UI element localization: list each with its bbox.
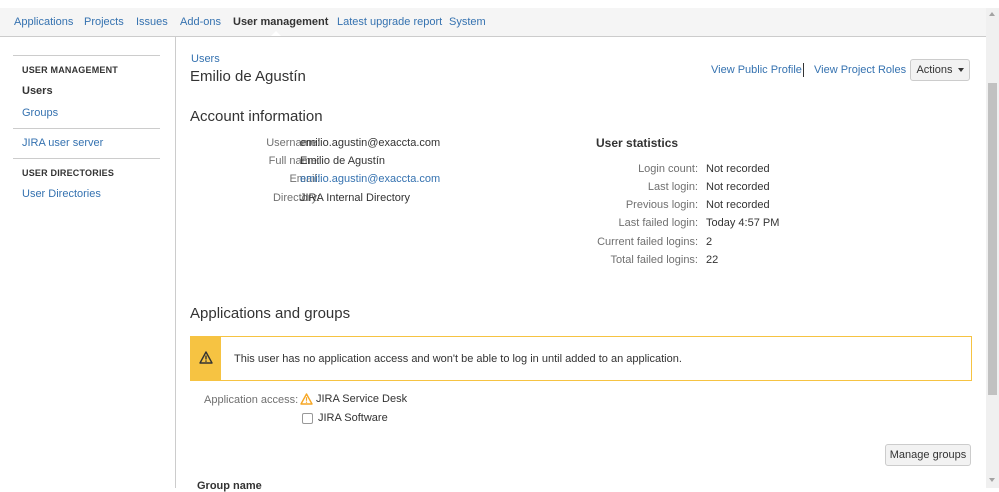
- last-failed-login-value: Today 4:57 PM: [706, 217, 780, 229]
- manage-groups-button[interactable]: Manage groups: [885, 444, 971, 466]
- user-statistics-heading: User statistics: [596, 136, 679, 150]
- sidebar-item-users[interactable]: Users: [22, 85, 53, 97]
- scroll-down-arrow-icon[interactable]: [989, 478, 995, 482]
- tab-issues[interactable]: Issues: [136, 16, 168, 28]
- total-failed-logins-label: Total failed logins:: [610, 254, 698, 266]
- admin-tabs-bar: Applications Projects Issues Add-ons Use…: [0, 8, 999, 37]
- last-failed-login-label: Last failed login:: [618, 217, 699, 229]
- actions-dropdown-button[interactable]: Actions: [910, 59, 970, 81]
- link-separator: [803, 63, 804, 77]
- group-name-column-header: Group name: [197, 480, 262, 492]
- warning-icon: [300, 393, 313, 405]
- sidebar-divider: [13, 158, 160, 159]
- email-link[interactable]: emilio.agustin@exaccta.com: [300, 173, 440, 185]
- scrollbar-thumb[interactable]: [988, 83, 997, 395]
- chevron-down-icon: [957, 68, 964, 73]
- username-value: emilio.agustin@exaccta.com: [300, 137, 441, 149]
- current-failed-logins-value: 2: [706, 236, 713, 248]
- sidebar-item-groups[interactable]: Groups: [22, 107, 58, 119]
- sidebar-item-jira-user-server[interactable]: JIRA user server: [22, 137, 103, 149]
- applications-and-groups-heading: Applications and groups: [190, 305, 351, 322]
- view-public-profile-link[interactable]: View Public Profile: [711, 64, 802, 76]
- jira-software-checkbox[interactable]: [302, 412, 313, 424]
- sidebar-divider: [13, 128, 160, 129]
- active-tab-indicator: [271, 31, 281, 36]
- tab-system[interactable]: System: [449, 16, 486, 28]
- application-access-label: Application access:: [204, 394, 299, 406]
- scroll-up-arrow-icon[interactable]: [989, 12, 995, 16]
- jira-software-label: JIRA Software: [318, 412, 388, 424]
- no-access-warning: This user has no application access and …: [190, 336, 972, 381]
- page-title: Emilio de Agustín: [190, 68, 306, 85]
- tab-applications[interactable]: Applications: [14, 16, 73, 28]
- view-project-roles-link[interactable]: View Project Roles: [814, 64, 906, 76]
- jira-service-desk-label: JIRA Service Desk: [316, 393, 408, 405]
- warning-message: This user has no application access and …: [234, 353, 682, 365]
- tab-projects[interactable]: Projects: [84, 16, 124, 28]
- login-count-value: Not recorded: [706, 163, 770, 175]
- previous-login-label: Previous login:: [625, 199, 698, 211]
- last-login-value: Not recorded: [706, 181, 770, 193]
- sidebar: USER MANAGEMENT Users Groups JIRA user s…: [0, 37, 176, 488]
- full-name-value: Emilio de Agustín: [300, 155, 385, 167]
- app-access-jira-service-desk: JIRA Service Desk: [300, 393, 407, 405]
- sidebar-heading-user-management: USER MANAGEMENT: [22, 65, 119, 75]
- account-information-heading: Account information: [190, 108, 323, 125]
- tab-user-management[interactable]: User management: [233, 16, 328, 28]
- vertical-scrollbar[interactable]: [986, 8, 999, 488]
- login-count-label: Login count:: [638, 163, 698, 175]
- sidebar-divider: [13, 55, 160, 56]
- breadcrumb[interactable]: Users: [191, 53, 220, 65]
- tab-latest-upgrade-report[interactable]: Latest upgrade report: [337, 16, 442, 28]
- sidebar-heading-user-directories: USER DIRECTORIES: [22, 168, 115, 178]
- previous-login-value: Not recorded: [706, 199, 770, 211]
- sidebar-item-user-directories[interactable]: User Directories: [22, 188, 101, 200]
- actions-label: Actions: [916, 64, 953, 76]
- warning-icon: [199, 351, 213, 364]
- warning-bar: [191, 337, 221, 380]
- app-access-jira-software: JIRA Software: [300, 412, 388, 424]
- directory-value: JIRA Internal Directory: [300, 192, 411, 204]
- main-content: Users Emilio de Agustín View Public Prof…: [176, 37, 986, 492]
- tab-add-ons[interactable]: Add-ons: [180, 16, 221, 28]
- last-login-label: Last login:: [647, 181, 698, 193]
- current-failed-logins-label: Current failed logins:: [597, 236, 698, 248]
- total-failed-logins-value: 22: [706, 254, 719, 266]
